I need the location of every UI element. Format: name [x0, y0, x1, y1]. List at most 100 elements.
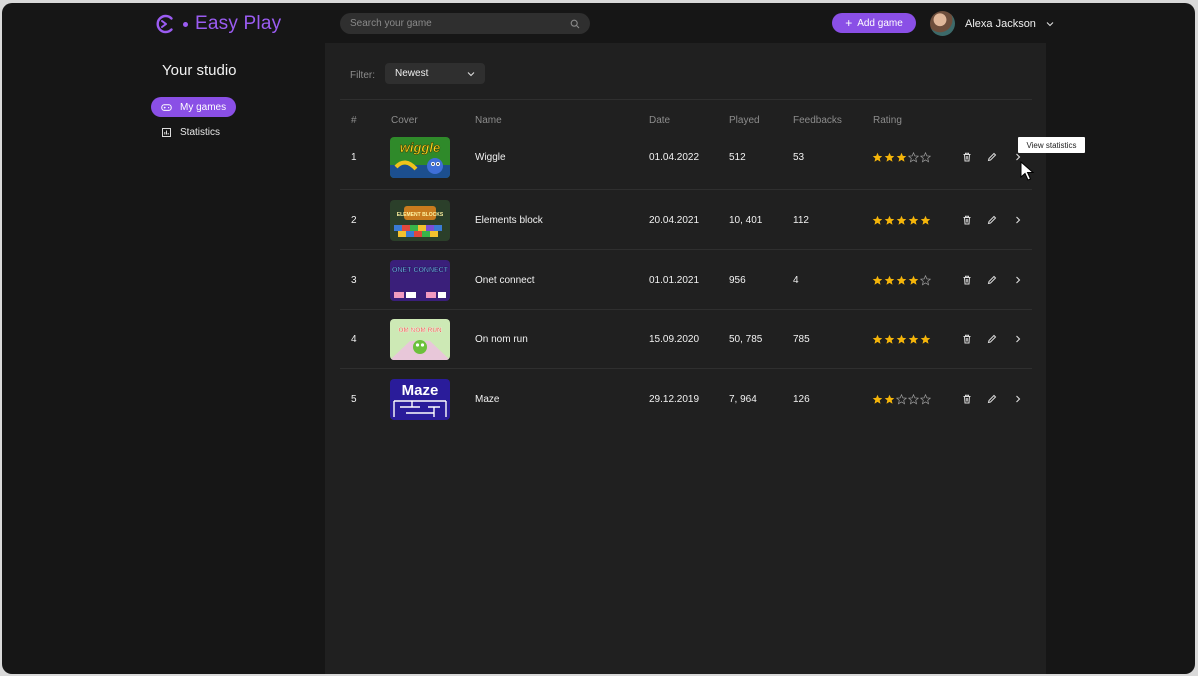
cover-title: ONET CONNECT [392, 267, 449, 274]
view-statistics-button[interactable] [1013, 250, 1023, 310]
sidebar-item-label: Statistics [180, 126, 221, 138]
edit-button[interactable] [987, 309, 997, 369]
chart-icon [162, 127, 171, 137]
game-name[interactable]: Wiggle [475, 127, 506, 187]
game-name[interactable]: On nom run [475, 309, 528, 369]
filter-dropdown[interactable]: Newest [385, 63, 485, 84]
delete-button[interactable] [962, 309, 972, 369]
star-filled-icon [884, 334, 895, 344]
star-filled-icon [872, 215, 883, 225]
feedback-count: 53 [793, 151, 805, 163]
search-bar[interactable] [340, 13, 590, 34]
table-row[interactable]: 1 wiggle Wiggle 01.04.2022 512 53 [340, 127, 1032, 187]
trash-icon [963, 394, 971, 404]
played-count: 50, 785 [729, 333, 763, 345]
view-statistics-button[interactable] [1013, 309, 1023, 369]
game-cover-elements-block[interactable]: ELEMENT BLOCKS [390, 200, 450, 241]
cover-title: OM NOM RUN [398, 327, 442, 334]
star-filled-icon [908, 334, 919, 344]
edit-button[interactable] [987, 190, 997, 250]
user-name: Alexa Jackson [965, 17, 1036, 30]
game-cover-on-nom-run[interactable]: OM NOM RUN [390, 319, 450, 360]
star-empty-icon [920, 274, 931, 285]
game-cover-onet-connect[interactable]: ONET CONNECT [390, 260, 450, 301]
avatar[interactable] [930, 11, 955, 36]
cover-title: wiggle [400, 140, 440, 155]
logo[interactable]: Easy Play [154, 13, 281, 35]
row-number: 4 [351, 333, 357, 345]
game-name[interactable]: Onet connect [475, 250, 534, 310]
row-number: 5 [351, 393, 357, 405]
search-icon[interactable] [570, 19, 580, 29]
logo-dot [183, 21, 188, 27]
edit-button[interactable] [987, 250, 997, 310]
star-filled-icon [908, 215, 919, 225]
star-empty-icon [920, 393, 931, 404]
chevron-right-icon [1016, 276, 1021, 284]
app-window: Easy Play + Add game Alexa Jackson Your … [2, 3, 1195, 674]
star-empty-icon [908, 151, 919, 162]
edit-button[interactable] [987, 369, 997, 429]
view-statistics-button[interactable] [1013, 190, 1023, 250]
star-filled-icon [920, 215, 931, 225]
chevron-right-icon [1016, 335, 1021, 343]
cover-title: Maze [402, 382, 439, 399]
trash-icon [963, 215, 971, 225]
star-rating [872, 309, 931, 369]
played-count: 512 [729, 151, 746, 163]
column-header-date: Date [649, 115, 671, 126]
feedback-count: 4 [793, 274, 799, 286]
star-rating [872, 369, 931, 429]
trash-icon [963, 152, 971, 162]
cover-title: ELEMENT BLOCKS [397, 212, 444, 218]
delete-button[interactable] [962, 250, 972, 310]
pencil-icon [987, 275, 997, 285]
chevron-down-icon[interactable] [1046, 20, 1054, 28]
game-cover-wiggle[interactable]: wiggle [390, 137, 450, 178]
star-filled-icon [884, 275, 895, 285]
plus-icon: + [845, 16, 853, 30]
star-filled-icon [884, 394, 895, 404]
pencil-icon [987, 215, 997, 225]
star-rating [872, 250, 931, 310]
delete-button[interactable] [962, 190, 972, 250]
played-count: 956 [729, 274, 746, 286]
feedback-count: 785 [793, 333, 810, 345]
view-statistics-tooltip: View statistics [1018, 137, 1085, 153]
delete-button[interactable] [962, 369, 972, 429]
filter-value: Newest [395, 68, 429, 79]
sidebar-item-label: My games [180, 101, 227, 113]
game-cover-maze[interactable]: Maze [390, 379, 450, 420]
mouse-cursor-icon [1020, 161, 1035, 181]
column-header-number: # [351, 115, 357, 126]
star-rating [872, 190, 931, 250]
view-statistics-button[interactable] [1013, 369, 1023, 429]
game-date: 15.09.2020 [649, 333, 700, 345]
sidebar-item-my-games[interactable]: My games [151, 97, 237, 117]
feedback-count: 126 [793, 393, 810, 405]
game-name[interactable]: Maze [475, 369, 499, 429]
table-row[interactable]: 2 ELEMENT BLOCKS Elements block 20.04.20… [340, 190, 1032, 250]
app-name: Easy Play [195, 13, 282, 34]
edit-button[interactable] [987, 127, 997, 187]
add-game-button[interactable]: + Add game [832, 13, 916, 33]
game-name[interactable]: Elements block [475, 190, 543, 250]
pencil-icon [987, 334, 997, 344]
star-empty-icon [920, 151, 931, 162]
star-filled-icon [884, 215, 895, 225]
table-row[interactable]: 5 Maze Maze 29.12.2019 7, 964 126 [340, 369, 1032, 429]
row-number: 3 [351, 274, 357, 286]
delete-button[interactable] [962, 127, 972, 187]
table-row[interactable]: 3 ONET CONNECT Onet connect 01.01.2021 9… [340, 250, 1032, 310]
chevron-down-icon [467, 71, 475, 76]
search-input[interactable] [350, 18, 570, 29]
row-number: 2 [351, 214, 357, 226]
sidebar-item-statistics[interactable]: Statistics [151, 122, 230, 142]
studio-title: Your studio [162, 62, 237, 79]
table-row[interactable]: 4 OM NOM RUN On nom run 15.09.2020 50, 7… [340, 309, 1032, 369]
user-menu[interactable]: Alexa Jackson [930, 11, 1054, 36]
column-header-name: Name [475, 115, 502, 126]
pencil-icon [987, 152, 997, 162]
star-empty-icon [908, 393, 919, 404]
feedback-count: 112 [793, 214, 809, 226]
